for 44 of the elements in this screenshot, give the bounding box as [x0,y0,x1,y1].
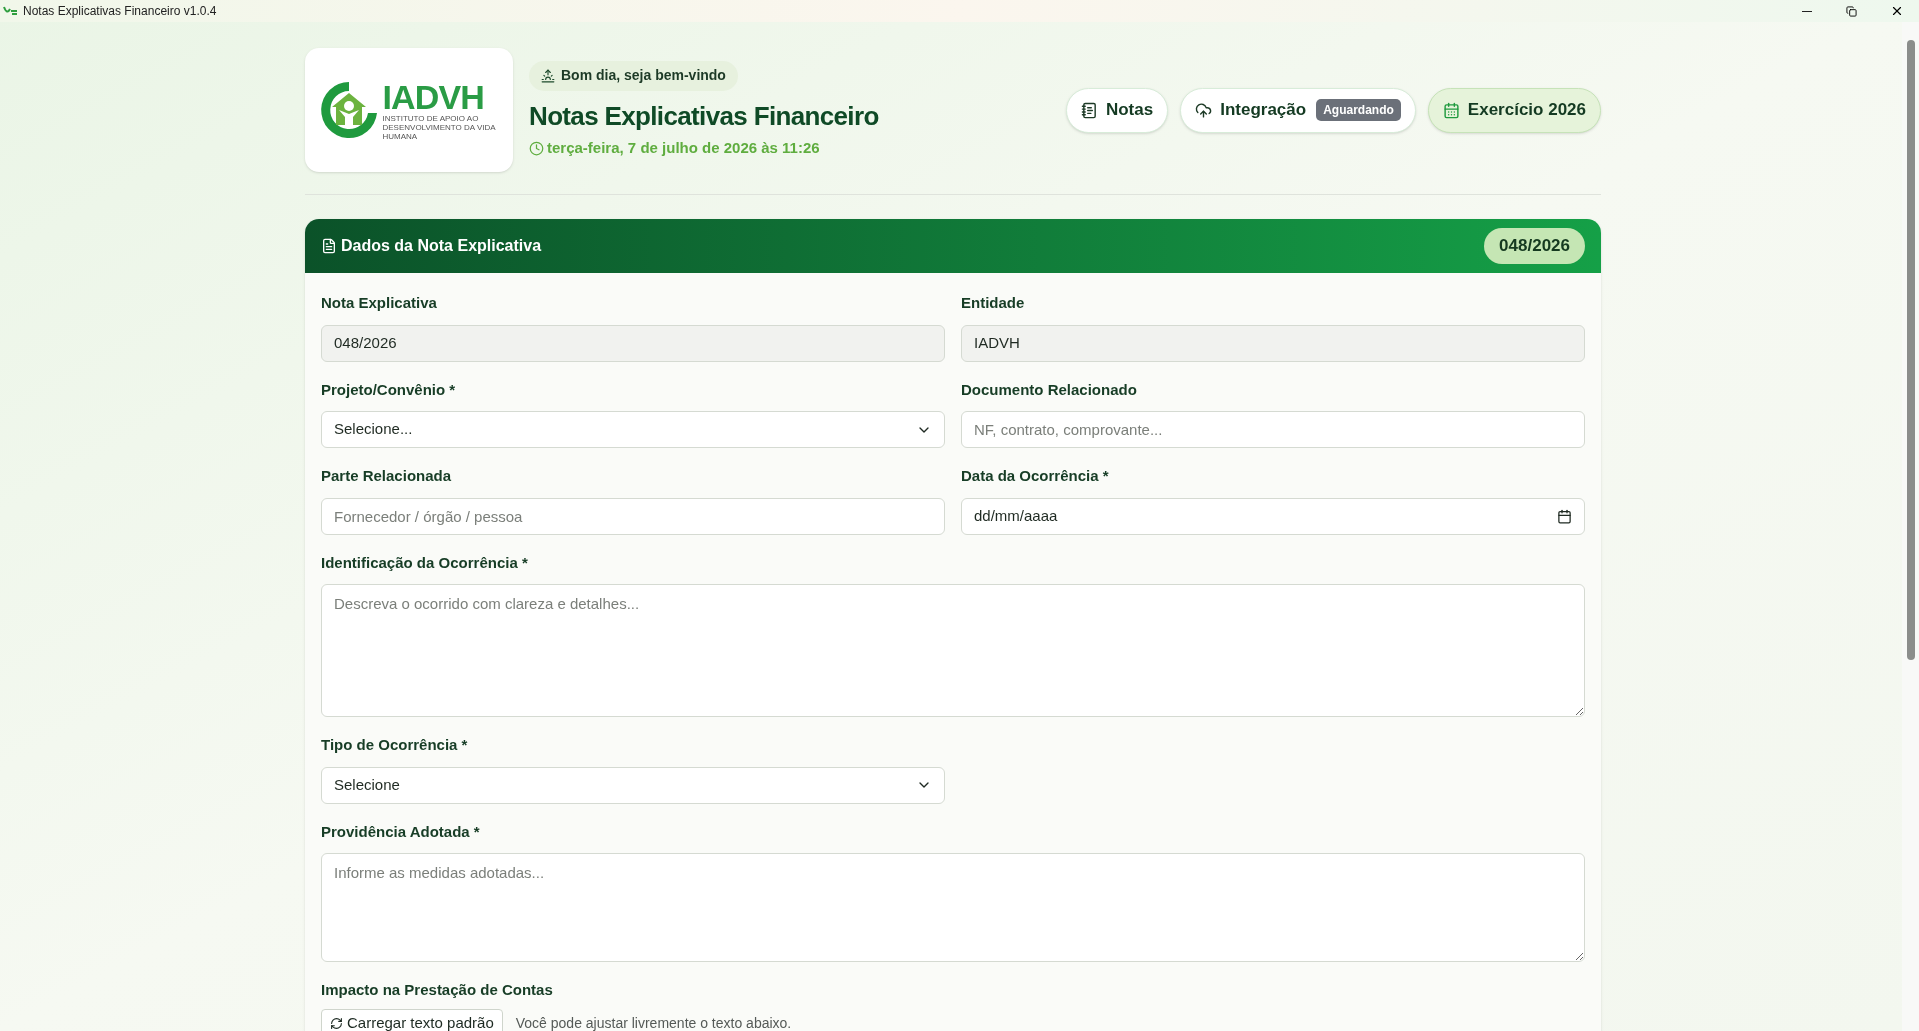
cloud-upload-icon [1195,101,1213,119]
input-field[interactable]: Fornecedor / órgão / pessoa [321,497,945,535]
field-label: Nota Explicativa [321,293,438,313]
note-number: 048/2026 [1484,228,1585,264]
select-field[interactable]: Selecione... [321,411,945,448]
status-badge: Aguardando [1316,99,1401,121]
text-area[interactable]: Informe as medidas adotadas... [321,853,1585,962]
field-label: Impacto na Prestação de Contas [321,980,554,1000]
card-title: Dados da Nota Explicativa [341,236,542,256]
page-title: Notas Explicativas Financeiro [529,99,879,133]
input-field[interactable]: 048/2026 [321,324,945,362]
document-icon [321,238,337,254]
sunrise-icon [541,68,555,83]
window-title: Notas Explicativas Financeiro v1.0.4 [23,3,217,20]
clock-icon [529,140,544,156]
text-area[interactable]: Descreva o ocorrido com clareza e detalhes... [321,584,1585,717]
calendar-icon [1557,508,1572,524]
field-label: Projeto/Convênio * [321,379,457,400]
input-field[interactable]: NF, contrato, comprovante... [961,411,1585,448]
calendar-icon [1442,101,1460,119]
nav-button[interactable]: Exercício 2026 [1427,87,1601,133]
restore-icon [1846,5,1857,17]
select-field[interactable]: Selecione [321,766,945,804]
field-label: Entidade [961,293,1026,313]
logo-name: IADVH [382,79,486,114]
field-label: Documento Relacionado [961,379,1138,400]
date-field[interactable]: dd/mm/aaaa [961,497,1585,535]
input-field[interactable]: IADVH [961,324,1585,362]
field-label: Tipo de Ocorrência * [321,735,469,755]
minimize-icon [1801,10,1812,12]
field-label: Providência Adotada * [321,821,481,842]
field-label: Parte Relacionada [321,466,453,486]
app-icon [3,5,19,17]
field-label: Identificação da Ocorrência * [321,552,529,573]
logo-subtitle: INSTITUTO DE APOIO AO DESENVOLVIMENTO DA VIDA HUMANA [382,113,497,141]
field-label: Data da Ocorrência * [961,466,1110,486]
refresh-icon [330,1017,343,1030]
hint-text: Você pode ajustar livremente o texto abaixo. [515,1014,792,1031]
notebook-icon [1080,101,1098,119]
greeting-pill: Bom dia, seja bem-vindo [529,60,738,91]
load-default-button[interactable]: Carregar texto padrão [321,1008,503,1031]
nav-button[interactable]: Integração Aguardando [1180,87,1416,133]
nav-button[interactable]: Notas [1065,87,1169,133]
date-time: terça-feira, 7 de julho de 2026 às 11:26 [547,137,820,158]
